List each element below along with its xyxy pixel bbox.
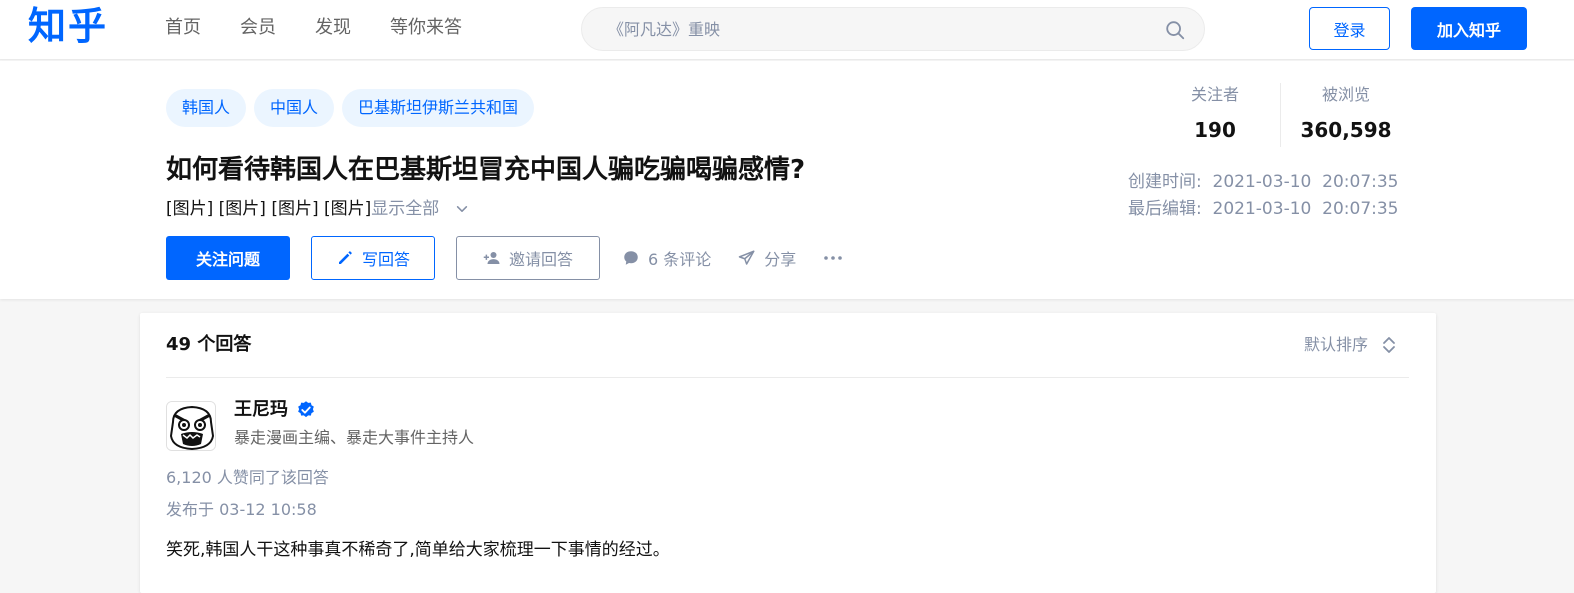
nav-home[interactable]: 首页 [165,16,201,40]
topic-tags: 韩国人 中国人 巴基斯坦伊斯兰共和国 [166,89,542,127]
question-detail-text: [图片] [图片] [图片] [图片] [166,199,372,219]
more-icon[interactable] [823,255,843,261]
topic-tag[interactable]: 巴基斯坦伊斯兰共和国 [342,89,535,127]
chevron-down-icon [457,206,468,212]
show-all-label: 显示全部 [371,199,440,219]
author-bio: 暴走漫画主编、暴走大事件主持人 [234,428,475,447]
pencil-icon [338,251,352,264]
edited-time: 最后编辑: 2021-03-10 20:07:35 [1128,199,1399,219]
nav-discover[interactable]: 发现 [315,16,351,40]
publish-time[interactable]: 发布于 03-12 10:58 [166,499,317,521]
views-count: 360,598 [1300,118,1392,142]
top-navbar: 知乎 首页 会员 发现 等你来答 《阿凡达》重映 登录 加入知乎 [0,0,1574,60]
question-title: 如何看待韩国人在巴基斯坦冒充中国人骗吃骗喝骗感情? [166,155,806,185]
followers-count: 190 [1194,118,1236,142]
login-button[interactable]: 登录 [1309,7,1390,50]
question-stats: 关注者 190 被浏览 360,598 [1150,83,1410,149]
vote-count: 6,120 人赞同了该回答 [166,468,329,487]
views-stat: 被浏览 360,598 [1281,83,1411,145]
paper-plane-icon [739,250,755,265]
question-actions: 关注问题 写回答 邀请回答 6 条评论 分享 [166,236,843,280]
search-input[interactable]: 《阿凡达》重映 [608,19,720,41]
nav-membership[interactable]: 会员 [240,16,276,40]
answer-count: 49 个回答 [166,334,252,355]
verified-badge-icon [298,401,314,418]
comment-icon [624,251,638,265]
show-all-button[interactable]: 显示全部 [371,197,469,221]
sort-label: 默认排序 [1303,335,1368,354]
write-answer-button[interactable]: 写回答 [311,236,435,280]
sort-dropdown[interactable]: 默认排序 [1304,333,1396,357]
author-name-text: 王尼玛 [234,399,288,420]
write-answer-label: 写回答 [361,250,410,269]
topic-tag[interactable]: 中国人 [254,89,335,127]
followers-stat[interactable]: 关注者 190 [1150,83,1280,145]
join-button[interactable]: 加入知乎 [1411,7,1527,50]
invite-answer-button[interactable]: 邀请回答 [456,236,600,280]
question-header: 韩国人 中国人 巴基斯坦伊斯兰共和国 如何看待韩国人在巴基斯坦冒充中国人骗吃骗喝… [0,61,1574,299]
zhihu-logo[interactable]: 知乎 [28,4,108,48]
created-time: 创建时间: 2021-03-10 20:07:35 [1128,172,1399,192]
question-detail: [图片] [图片] [图片] [图片] 显示全部 [166,197,469,221]
comments-label: 6 条评论 [648,250,712,269]
add-user-icon [483,252,500,264]
followers-label: 关注者 [1190,85,1239,104]
share-label: 分享 [764,250,797,269]
comments-button[interactable]: 6 条评论 [622,246,711,270]
author-name[interactable]: 王尼玛 [234,398,316,422]
invite-answer-label: 邀请回答 [508,250,573,269]
answers-card: 49 个回答 默认排序 王尼玛 暴走漫画主编、暴走大事件主持人 6,120 人赞… [140,313,1436,593]
divider [166,377,1409,378]
views-label: 被浏览 [1321,85,1370,104]
search-icon[interactable] [1164,19,1186,41]
search-bar[interactable]: 《阿凡达》重映 [581,7,1205,51]
question-timestamps: 创建时间: 2021-03-10 20:07:35 最后编辑: 2021-03-1… [1128,169,1399,223]
sort-arrows-icon [1383,337,1395,353]
follow-question-button[interactable]: 关注问题 [166,236,290,280]
rage-face-avatar-icon [167,402,215,450]
nav-waiting-answers[interactable]: 等你来答 [390,16,462,40]
topic-tag[interactable]: 韩国人 [166,89,247,127]
share-button[interactable]: 分享 [738,246,796,270]
main-nav: 首页 会员 发现 等你来答 [165,16,501,40]
answer-content[interactable]: 笑死,韩国人干这种事真不稀奇了,简单给大家梳理一下事情的经过。 [166,537,670,563]
avatar[interactable] [166,401,216,451]
